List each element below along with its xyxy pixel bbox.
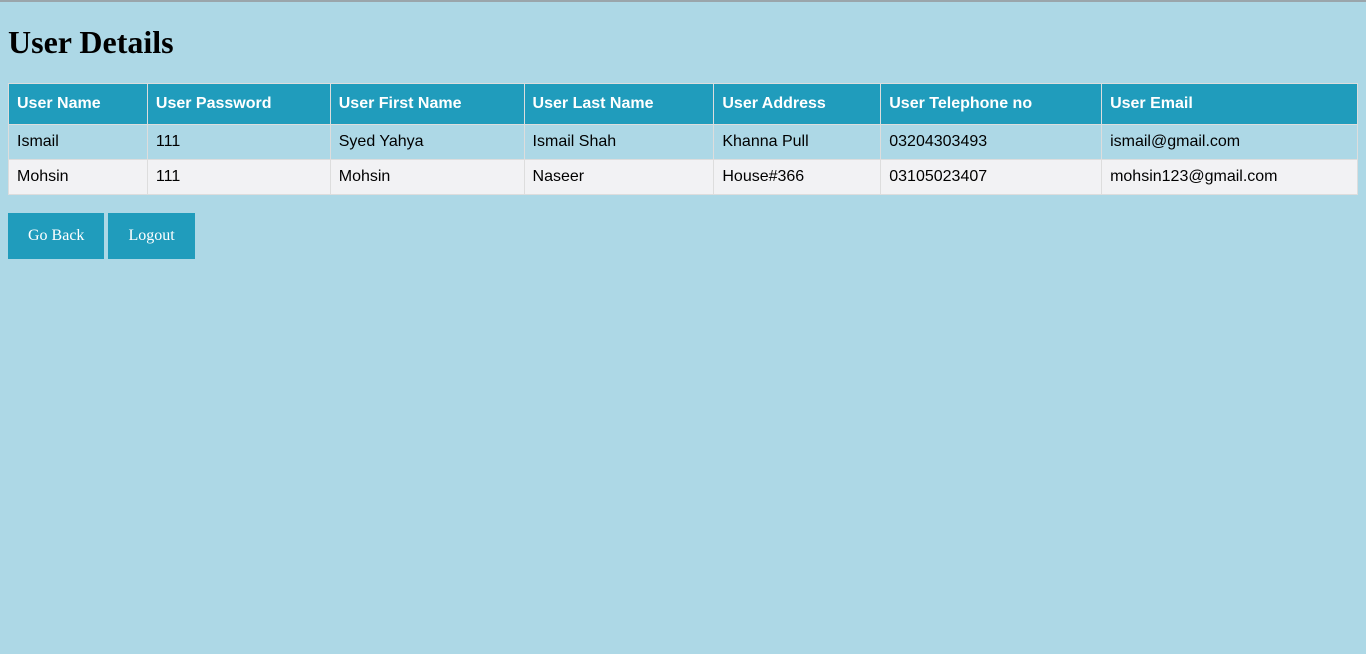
cell-user-address: Khanna Pull — [713, 124, 882, 160]
cell-user-email: ismail@gmail.com — [1101, 124, 1358, 160]
cell-user-password: 111 — [146, 159, 331, 195]
go-back-button[interactable]: Go Back — [8, 213, 105, 259]
column-header-user-email: User Email — [1101, 83, 1358, 125]
cell-user-first-name: Mohsin — [329, 159, 525, 195]
cell-user-password: 111 — [146, 124, 331, 160]
cell-user-telephone: 03204303493 — [880, 124, 1103, 160]
action-buttons: Go Back Logout — [8, 213, 1358, 259]
cell-user-telephone: 03105023407 — [880, 159, 1103, 195]
cell-user-address: House#366 — [713, 159, 882, 195]
logout-button[interactable]: Logout — [108, 213, 195, 259]
column-header-user-name: User Name — [8, 83, 148, 125]
page-title: User Details — [8, 24, 174, 60]
cell-user-last-name: Naseer — [523, 159, 715, 195]
column-header-user-password: User Password — [146, 83, 331, 125]
cell-user-email: mohsin123@gmail.com — [1101, 159, 1358, 195]
page-container: User Details User Name User Password Use… — [0, 24, 1366, 259]
column-header-user-last-name: User Last Name — [523, 83, 715, 125]
cell-user-name: Mohsin — [8, 159, 148, 195]
column-header-user-first-name: User First Name — [329, 83, 525, 125]
cell-user-name: Ismail — [8, 124, 148, 160]
column-header-user-address: User Address — [713, 83, 882, 125]
table-row: Mohsin 111 Mohsin Naseer House#366 03105… — [8, 159, 1358, 195]
cell-user-last-name: Ismail Shah — [523, 124, 715, 160]
cell-user-first-name: Syed Yahya — [329, 124, 525, 160]
user-details-table: User Name User Password User First Name … — [8, 83, 1358, 195]
table-header-row: User Name User Password User First Name … — [8, 83, 1358, 125]
table-row: Ismail 111 Syed Yahya Ismail Shah Khanna… — [8, 124, 1358, 160]
column-header-user-telephone: User Telephone no — [880, 83, 1103, 125]
